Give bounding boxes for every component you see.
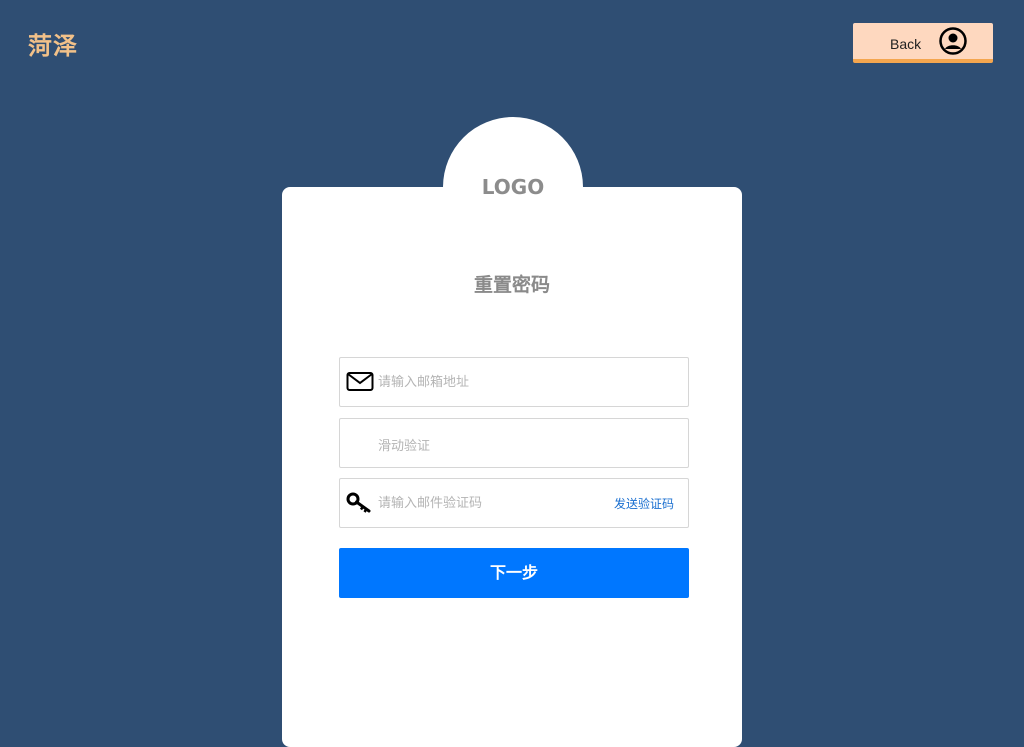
page-title: 重置密码	[473, 274, 550, 296]
next-step-button[interactable]: 下一步	[339, 548, 689, 598]
email-code-field: 发送验证码	[339, 478, 689, 528]
brand-title: 菏泽	[28, 32, 78, 60]
back-button-label: Back	[890, 36, 922, 52]
slider-verification[interactable]: 滑动验证	[339, 418, 689, 468]
back-button[interactable]: Back	[853, 23, 993, 63]
email-field	[339, 357, 689, 407]
slider-verification-label: 滑动验证	[378, 439, 431, 454]
email-input[interactable]	[378, 358, 608, 406]
email-code-input[interactable]	[378, 479, 598, 527]
logo: LOGO	[481, 175, 545, 199]
send-code-link[interactable]: 发送验证码	[614, 495, 674, 512]
envelope-icon	[346, 372, 374, 391]
user-circle-icon	[939, 27, 967, 55]
key-icon	[346, 492, 371, 513]
